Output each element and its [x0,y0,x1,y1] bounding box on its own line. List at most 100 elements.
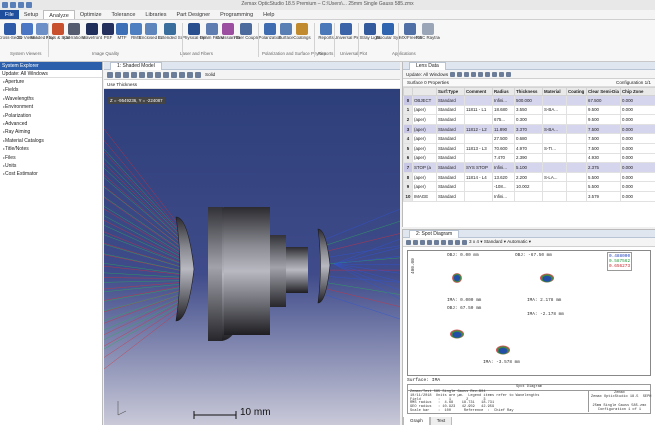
cell-n[interactable]: 10 [403,190,413,202]
cell-coating[interactable] [566,171,587,183]
cell-name[interactable]: (aper) [412,181,437,192]
cell-radius[interactable]: 70.600 [492,142,515,154]
cell-thickness[interactable]: 500.000 [514,95,543,106]
3d-scene[interactable]: Z = -9549236, Y = -224087 10 mm [103,89,401,425]
lighting-icon[interactable] [195,71,201,78]
cell-thickness[interactable]: 0.300 [514,114,543,125]
cell-material[interactable]: S-BA... [542,104,567,116]
zoom-icon[interactable] [499,71,505,77]
cell-n[interactable]: 2 [403,114,413,125]
cell-radius[interactable]: 13.620 [492,171,515,183]
cell-semi[interactable]: 67.500 [586,95,621,106]
cell-n[interactable]: 5 [403,142,413,154]
cell-coating[interactable] [566,114,587,125]
print-icon[interactable] [427,239,432,245]
column-header-thickness[interactable]: Thickness [514,87,543,96]
cell-chip[interactable]: 0.000 [620,95,655,106]
cell-chip[interactable]: 0.000 [620,181,655,192]
cell-type[interactable]: Standard [436,152,465,164]
system-explorer-item-cost-estimator[interactable]: Cost Estimator [0,170,102,178]
cell-thickness[interactable]: 10.002 [514,181,543,192]
system-explorer-item-ray-aiming[interactable]: Ray Aiming [0,128,102,136]
cell-n[interactable]: 4 [403,133,413,144]
cell-name[interactable]: OBJECT [412,95,437,106]
ribbon-button-reports[interactable]: Reports [318,23,334,41]
ribbon-button-enclosed-energy[interactable]: Enclosed Energy [139,23,163,41]
cell-semi[interactable]: 7.500 [586,123,621,135]
lens-row[interactable]: 5 (aper) Standard 11813 - L3 70.600 4.970 S-TI… [403,142,655,154]
export-icon[interactable] [155,71,161,78]
ribbon-button-biocular[interactable]: Biocular Systems [376,23,400,41]
paste-icon[interactable] [478,71,484,77]
cell-coating[interactable] [566,142,587,154]
cell-material[interactable] [542,133,567,144]
render-mode-select[interactable]: Solid [205,72,215,77]
print-icon[interactable] [163,71,169,78]
system-explorer-item-aperture[interactable]: Aperture [0,78,102,86]
lens-row[interactable]: 1 (aper) Standard 11811 - L1 18.680 3.550 S-BA… [403,104,655,116]
cell-radius[interactable]: Infini... [492,190,515,202]
cell-semi[interactable]: 7.500 [586,133,621,144]
cell-coating[interactable] [566,162,587,173]
menu-file[interactable]: File [0,10,19,19]
rotate-icon[interactable] [123,71,129,78]
cell-thickness[interactable]: 3.550 [514,104,543,116]
view-xy-icon[interactable] [171,71,177,78]
ribbon-button-coatings[interactable]: Coatings [293,23,311,41]
cell-type[interactable]: Standard [436,162,465,173]
menu-help[interactable]: Help [258,10,279,19]
cell-type[interactable]: Standard [436,181,465,192]
refresh-icon[interactable] [413,239,418,245]
refresh-icon[interactable] [115,71,121,78]
cell-n[interactable]: 6 [403,152,413,164]
cell-radius[interactable]: 11.890 [492,123,515,135]
refresh-icon[interactable] [450,71,456,77]
cell-coating[interactable] [566,181,587,192]
menu-analyze[interactable]: Analyze [43,10,75,19]
lens-row[interactable]: 8 (aper) Standard 11814 - L4 13.620 2.200 S-LA… [403,171,655,183]
cell-coating[interactable] [566,95,587,106]
cell-name[interactable]: STOP (a [412,162,437,173]
lens-row[interactable]: 10 IMAGE Standard Infini... 3.579 0.000 [403,190,655,202]
cell-comment[interactable] [464,133,493,144]
copy-icon[interactable] [420,239,425,245]
cell-material[interactable] [542,181,567,192]
tab-shaded-model[interactable]: 1: Shaded Model [110,62,162,70]
ribbon-button-extended-scene[interactable]: Extended Scene Analysis [158,23,182,41]
cell-thickness[interactable]: 0.680 [514,133,543,144]
view-yz-icon[interactable] [179,71,185,78]
cell-name[interactable]: (aper) [412,142,437,154]
surface-properties-toggle[interactable]: Surface 0 Properties [407,79,449,86]
cell-type[interactable]: Standard [436,104,465,116]
insert-surface-icon[interactable] [457,71,463,77]
export-icon[interactable] [462,239,467,245]
cell-chip[interactable]: 0.000 [620,142,655,154]
pen-icon[interactable] [434,239,439,245]
lens-update-dropdown[interactable]: Update: All Windows [406,72,448,77]
column-header-type[interactable]: Surf:Type [436,87,465,96]
column-header-material[interactable]: Material [542,87,567,96]
cell-semi[interactable]: 7.500 [586,142,621,154]
cell-comment[interactable]: SYS STOP [464,162,493,173]
cell-comment[interactable]: 11811 - L1 [464,104,493,116]
cell-name[interactable]: (aper) [412,133,437,144]
cell-type[interactable]: Standard [436,114,465,125]
ribbon-button-rsc-raytracing[interactable]: RSC Raytracing [416,23,440,41]
cell-chip[interactable]: 0.000 [620,123,655,135]
column-header-coating[interactable]: Coating [566,87,587,96]
cell-coating[interactable] [566,190,587,202]
system-explorer-item-advanced[interactable]: Advanced [0,120,102,128]
line-icon[interactable] [441,239,446,245]
cell-radius[interactable]: Infini... [492,95,515,106]
system-explorer-item-files[interactable]: Files [0,154,102,162]
cell-material[interactable]: S-BA... [542,123,567,135]
settings-icon[interactable] [107,71,113,78]
make-solve-icon[interactable] [485,71,491,77]
cell-n[interactable]: 9 [403,181,413,192]
cell-radius[interactable]: -108... [492,181,515,192]
cell-chip[interactable]: 0.000 [620,114,655,125]
menu-optimize[interactable]: Optimize [75,10,107,19]
lens-row[interactable]: 6 (aper) Standard 7.470 2.390 4.930 0.000 [403,152,655,164]
cell-material[interactable]: S-TI... [542,142,567,154]
cell-material[interactable] [542,114,567,125]
